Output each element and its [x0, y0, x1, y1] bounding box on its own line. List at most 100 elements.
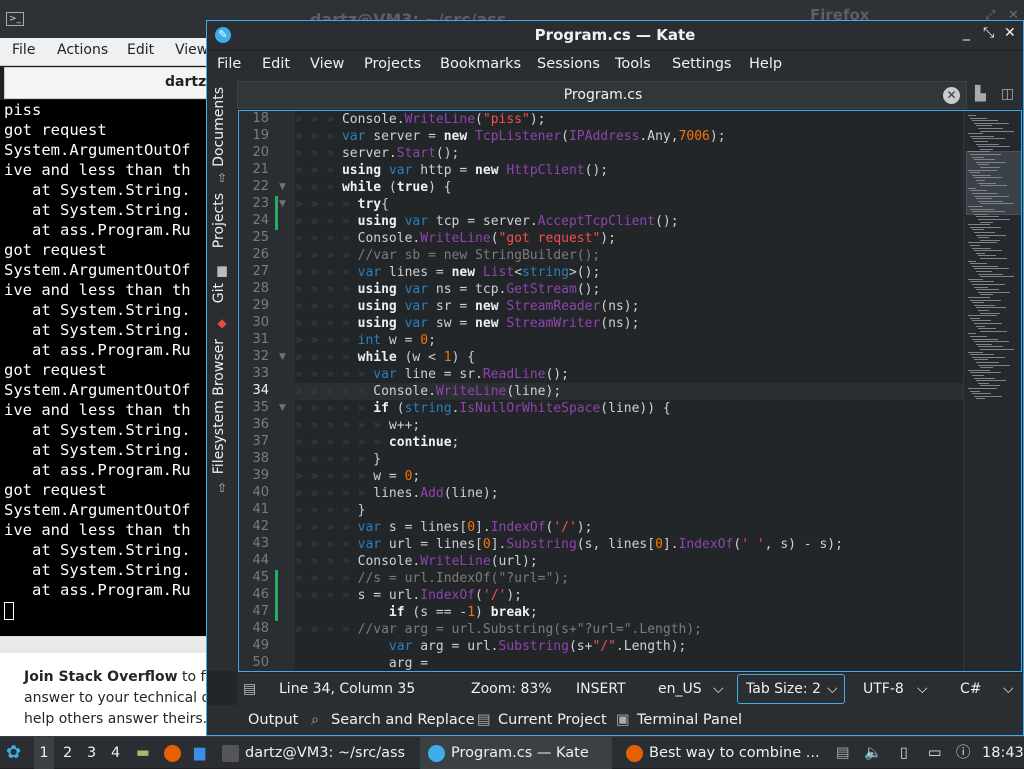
toolview-output[interactable]: Output [248, 712, 298, 728]
app-launcher-icon[interactable]: ✿ [6, 737, 21, 769]
notifications-icon[interactable]: ⓘ [956, 737, 971, 769]
desktop-4[interactable]: 4 [111, 737, 120, 769]
code-line[interactable]: if (s == -1) break; [295, 604, 963, 621]
code-line[interactable]: » » » » » if (string.IsNullOrWhiteSpace(… [295, 400, 963, 417]
notes-icon[interactable]: ▯ [900, 737, 908, 769]
sidebar-tab-git[interactable]: Git [211, 283, 227, 303]
network-icon[interactable]: ▭ [928, 737, 942, 769]
task-terminal[interactable]: dartz@VM3: ~/src/ass [222, 737, 405, 769]
code-line[interactable]: » » » » » » w++; [295, 417, 963, 434]
code-line[interactable]: » » » » try{ [295, 196, 963, 213]
menu-edit[interactable]: Edit [262, 56, 290, 72]
code-area[interactable]: » » » Console.WriteLine("piss");» » » va… [295, 111, 963, 671]
pin-icon[interactable]: ▙ [975, 86, 986, 102]
fold-arrow-icon[interactable]: ▼ [279, 182, 286, 192]
dictionary-selector[interactable]: en_US [658, 681, 702, 697]
code-line[interactable]: arg = [295, 655, 963, 671]
chevron-down-icon[interactable]: ⌵ [713, 681, 724, 697]
code-line[interactable]: » » » » var s = lines[0].IndexOf('/'); [295, 519, 963, 536]
code-line[interactable]: » » » var server = new TcpListener(IPAdd… [295, 128, 963, 145]
code-line[interactable]: » » » » » lines.Add(line); [295, 485, 963, 502]
minimap-line [970, 390, 980, 392]
code-line[interactable]: » » » using var http = new HttpClient(); [295, 162, 963, 179]
menu-projects[interactable]: Projects [364, 56, 421, 72]
split-view-icon[interactable]: ◫ [1001, 86, 1014, 102]
clipboard-icon[interactable]: ▤ [836, 737, 850, 769]
code-line[interactable]: » » » » using var ns = tcp.GetStream(); [295, 281, 963, 298]
sidebar-tab-projects[interactable]: Projects [211, 193, 227, 248]
language-selector[interactable]: C# [960, 681, 982, 697]
fold-arrow-icon[interactable]: ▼ [279, 199, 286, 209]
code-line[interactable]: » » » » //s = url.IndexOf("?url="); [295, 570, 963, 587]
code-line[interactable]: » » » » Console.WriteLine("got request")… [295, 230, 963, 247]
git-icon: ◆ [217, 316, 227, 330]
menu-view[interactable]: View [310, 56, 344, 72]
menu-file[interactable]: File [217, 56, 241, 72]
menu-help[interactable]: Help [749, 56, 782, 72]
bg-menu-actions[interactable]: Actions [57, 42, 108, 58]
chevron-down-icon[interactable]: ⌵ [1003, 681, 1014, 697]
code-line[interactable]: » » » » int w = 0; [295, 332, 963, 349]
fold-arrow-icon[interactable]: ▼ [279, 403, 286, 413]
chevron-down-icon[interactable]: ⌵ [827, 681, 838, 697]
firefox-launcher-icon[interactable] [164, 737, 187, 769]
menu-settings[interactable]: Settings [672, 56, 731, 72]
bg-menu-edit[interactable]: Edit [127, 42, 154, 58]
code-line[interactable]: » » » » using var sr = new StreamReader(… [295, 298, 963, 315]
bg-menu-file[interactable]: File [12, 42, 35, 58]
toolview-search-replace[interactable]: Search and Replace [331, 712, 475, 728]
document-tab[interactable]: Program.cs ✕ [237, 81, 967, 109]
close-tab-icon[interactable]: ✕ [943, 87, 960, 104]
code-line[interactable]: » » » » » } [295, 451, 963, 468]
code-line[interactable]: » » » » » w = 0; [295, 468, 963, 485]
code-line[interactable]: » » » while (true) { [295, 179, 963, 196]
desktop-1[interactable]: 1 [34, 737, 54, 769]
chevron-down-icon[interactable]: ⌵ [917, 681, 928, 697]
restore-icon[interactable]: ⤡ [983, 25, 994, 41]
code-line[interactable]: var arg = url.Substring(s+"/".Length); [295, 638, 963, 655]
task-firefox[interactable]: Best way to combine ... [626, 737, 820, 769]
desktop-3[interactable]: 3 [87, 737, 96, 769]
minimap[interactable] [963, 111, 1021, 671]
zoom-level[interactable]: Zoom: 83% [471, 681, 552, 697]
toolview-terminal[interactable]: Terminal Panel [637, 712, 742, 728]
cursor-position[interactable]: Line 34, Column 35 [279, 681, 415, 697]
terminal-output[interactable]: piss got request System.ArgumentOutOf ive a… [0, 100, 210, 636]
sidebar-tab-filesystem-browser[interactable]: Filesystem Browser [211, 339, 227, 474]
code-line[interactable]: » » » » } [295, 502, 963, 519]
code-line[interactable]: » » » » using var tcp = server.AcceptTcp… [295, 213, 963, 230]
code-line[interactable]: » » » » » var line = sr.ReadLine(); [295, 366, 963, 383]
code-line[interactable]: » » » » while (w < 1) { [295, 349, 963, 366]
toolview-current-project[interactable]: Current Project [498, 712, 607, 728]
code-line[interactable]: » » » Console.WriteLine("piss"); [295, 111, 963, 128]
code-line[interactable]: » » » » var lines = new List<string>(); [295, 264, 963, 281]
code-editor[interactable]: 18 19 20 21 22 ▼ 23 ▼ 24 25 26 27 28 29 30 31 32 ▼ 33 34 35 ▼… [238, 110, 1022, 672]
code-line[interactable]: » » » server.Start(); [295, 145, 963, 162]
input-mode[interactable]: INSERT [576, 681, 626, 697]
menu-tools[interactable]: Tools [615, 56, 651, 72]
encoding-selector[interactable]: UTF-8 [863, 681, 904, 697]
code-line[interactable]: » » » » » » continue; [295, 434, 963, 451]
minimize-icon[interactable]: _ [963, 25, 970, 41]
kate-titlebar[interactable]: ✎ Program.cs — Kate _ ⤡ ✕ [207, 21, 1023, 49]
menu-sessions[interactable]: Sessions [537, 56, 600, 72]
code-line[interactable]: » » » » Console.WriteLine(url); [295, 553, 963, 570]
minimap-line [974, 377, 995, 379]
sidebar-tab-documents[interactable]: Documents [211, 87, 227, 167]
code-line[interactable]: » » » » using var sw = new StreamWriter(… [295, 315, 963, 332]
code-line[interactable]: » » » » //var arg = url.Substring(s+"?ur… [295, 621, 963, 638]
menu-bookmarks[interactable]: Bookmarks [440, 56, 521, 72]
file-manager-icon[interactable]: ▬ [136, 737, 150, 769]
terminal-tab[interactable]: dartz [4, 67, 210, 99]
code-line[interactable]: » » » » » Console.WriteLine(line); [295, 383, 963, 400]
bg-menu-view[interactable]: View [175, 42, 208, 58]
window-icon[interactable]: ▆ [194, 737, 205, 769]
desktop-2[interactable]: 2 [63, 737, 72, 769]
code-line[interactable]: » » » » //var sb = new StringBuilder(); [295, 247, 963, 264]
close-icon[interactable]: ✕ [1004, 25, 1016, 41]
volume-icon[interactable]: 🔈 [864, 737, 882, 769]
code-line[interactable]: » » » » s = url.IndexOf('/'); [295, 587, 963, 604]
task-kate[interactable]: Program.cs — Kate [420, 737, 612, 769]
fold-arrow-icon[interactable]: ▼ [279, 352, 286, 362]
code-line[interactable]: » » » » var url = lines[0].Substring(s, … [295, 536, 963, 553]
